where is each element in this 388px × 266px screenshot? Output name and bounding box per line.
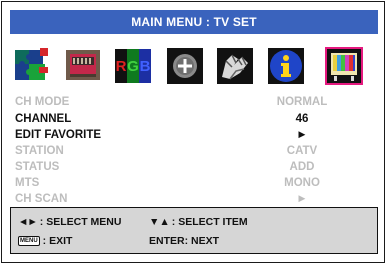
help-select-menu: ◄► : SELECT MENU <box>18 216 121 228</box>
help-exit: MENU : EXIT <box>18 235 72 247</box>
menu-title: MAIN MENU : TV SET <box>10 10 378 34</box>
menu-item-label: EDIT FAVORITE <box>15 129 102 141</box>
menu-item-label: MTS <box>15 177 40 189</box>
puzzle-icon[interactable] <box>14 47 52 85</box>
menu-item-label: CH SCAN <box>15 193 68 205</box>
menu-item-label: STATUS <box>15 161 60 173</box>
menu-item-mts[interactable]: MTS MONO <box>15 177 377 191</box>
menu-item-channel[interactable]: CHANNEL 46 <box>15 113 377 127</box>
menu-item-value: ADD <box>289 161 315 173</box>
info-icon[interactable] <box>267 47 305 85</box>
menu-item-label: CH MODE <box>15 96 70 108</box>
svg-text:R: R <box>116 58 127 75</box>
rgb-icon[interactable]: R G B <box>114 47 152 85</box>
menu-item-ch-mode[interactable]: CH MODE NORMAL <box>15 96 377 110</box>
menu-item-value: 46 <box>295 113 309 125</box>
help-enter-text: ENTER: NEXT <box>149 235 220 247</box>
svg-text:G: G <box>127 58 139 75</box>
help-select-menu-text: : SELECT MENU <box>39 216 122 228</box>
tv-screen-icon[interactable] <box>64 47 102 85</box>
menu-item-value: ► <box>296 193 308 205</box>
menu-item-station[interactable]: STATION CATV <box>15 145 377 159</box>
help-select-item: ▼▲ : SELECT ITEM <box>149 216 248 228</box>
menu-item-ch-scan[interactable]: CH SCAN ► <box>15 193 377 207</box>
menu-frame: MAIN MENU : TV SET R G B CH MODE NORMAL … <box>1 1 385 263</box>
help-exit-text: : EXIT <box>42 235 73 247</box>
left-right-arrows-icon: ◄► <box>18 216 38 228</box>
menu-item-value: NORMAL <box>276 96 328 108</box>
menu-item-label: CHANNEL <box>15 113 72 125</box>
menu-item-value: ► <box>296 129 308 141</box>
tv-set-icon[interactable] <box>325 47 363 85</box>
svg-text:B: B <box>140 58 151 75</box>
menu-item-value: MONO <box>284 177 320 189</box>
menu-item-status[interactable]: STATUS ADD <box>15 161 377 175</box>
menu-key-icon: MENU <box>18 236 40 246</box>
help-select-item-text: : SELECT ITEM <box>171 216 248 228</box>
hands-icon[interactable] <box>216 47 254 85</box>
help-panel: ◄► : SELECT MENU ▼▲ : SELECT ITEM MENU :… <box>10 207 378 254</box>
menu-item-value: CATV <box>286 145 318 157</box>
menu-item-label: STATION <box>15 145 64 157</box>
help-enter: ENTER: NEXT <box>149 235 219 247</box>
menu-item-edit-favorite[interactable]: EDIT FAVORITE ► <box>15 129 377 143</box>
down-up-arrows-icon: ▼▲ <box>149 216 170 228</box>
disc-plus-icon[interactable] <box>166 47 204 85</box>
